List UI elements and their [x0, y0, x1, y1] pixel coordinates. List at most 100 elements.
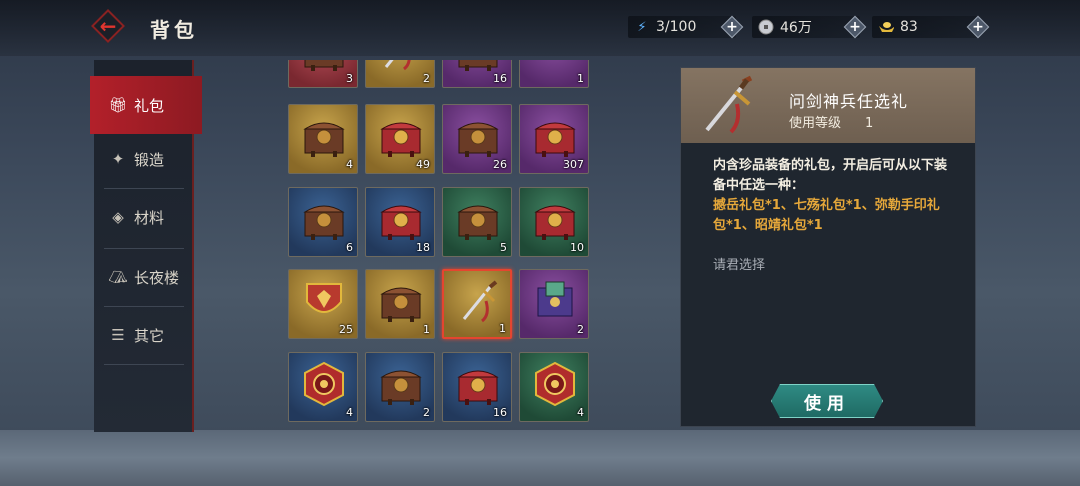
red-chest-icon: [534, 205, 576, 240]
item-count: 4: [346, 158, 353, 171]
item-count: 3: [346, 72, 353, 85]
inventory-slot[interactable]: 2: [519, 269, 589, 339]
item-count: 25: [339, 323, 353, 336]
inventory-slot[interactable]: 18: [365, 187, 435, 257]
inventory-slot[interactable]: 2: [365, 60, 435, 88]
inventory-slot[interactable]: 25: [288, 269, 358, 339]
red-chest-icon: [457, 370, 499, 405]
item-count: 2: [423, 72, 430, 85]
divider: [104, 364, 184, 365]
inventory-slot[interactable]: 4: [519, 352, 589, 422]
add-coin-button[interactable]: +: [845, 17, 865, 37]
inventory-slot[interactable]: 6: [288, 187, 358, 257]
forge-icon: ✦: [111, 150, 125, 168]
sidebar-item-material[interactable]: ◈ 材料: [94, 188, 194, 246]
item-count: 16: [493, 72, 507, 85]
item-count: 2: [423, 406, 430, 419]
round-box-icon: [535, 361, 575, 407]
background-ground: [0, 430, 1080, 486]
sidebar-item-label: 长夜楼: [134, 268, 180, 287]
inventory-slot[interactable]: 10: [519, 187, 589, 257]
add-stamina-button[interactable]: +: [722, 17, 742, 37]
inventory-grid: 3 2 16 1 4 49 26 307 6 18 5 10 25 1 1 2 4 2 16 4: [280, 60, 600, 432]
back-button[interactable]: ←: [90, 9, 126, 43]
category-sidebar: 🎁︎ 礼包 ✦ 锻造 ◈ 材料 ⛺︎ 长夜楼 ☰ 其它: [90, 60, 202, 432]
select-hint: 请君选择: [713, 258, 766, 273]
item-count: 49: [416, 158, 430, 171]
chest-icon: [303, 205, 345, 240]
sidebar-item-label: 礼包: [134, 96, 165, 115]
back-arrow-icon: ←: [99, 14, 117, 38]
chest-icon: [303, 122, 345, 157]
coin-value: 46万: [780, 20, 812, 36]
gift-icon: 🎁︎: [108, 96, 128, 114]
inventory-slot[interactable]: 1: [442, 269, 512, 339]
chest-icon: [380, 287, 422, 322]
item-count: 1: [577, 72, 584, 85]
item-detail-header: 问剑神兵任选礼 使用等级 1: [681, 68, 975, 143]
item-count: 5: [500, 241, 507, 254]
list-icon: ☰: [111, 326, 125, 344]
sword-icon: [384, 60, 411, 71]
inventory-slot[interactable]: 4: [288, 352, 358, 422]
inventory-slot[interactable]: 1: [365, 269, 435, 339]
item-contents: 撼岳礼包*1、七殇礼包*1、弥勒手印礼包*1、昭靖礼包*1: [713, 198, 940, 233]
sidebar-item-label: 锻造: [134, 150, 165, 169]
chest-icon: [457, 205, 499, 240]
sidebar-item-forge[interactable]: ✦ 锻造: [94, 130, 194, 188]
item-count: 6: [346, 241, 353, 254]
lightning-icon: ⚡: [637, 19, 647, 35]
sidebar-item-label: 其它: [134, 326, 165, 345]
gold-value: 83: [900, 19, 918, 35]
coin-icon: [758, 19, 774, 35]
item-description: 内含珍品装备的礼包，开启后可从以下装备中任选一种： 撼岳礼包*1、七殇礼包*1、…: [713, 156, 949, 236]
red-chest-icon: [534, 122, 576, 157]
chest-icon: [380, 370, 422, 405]
inventory-slot[interactable]: 3: [288, 60, 358, 88]
item-count: 4: [346, 406, 353, 419]
material-icon: ◈: [112, 208, 124, 226]
round-box-icon: [304, 361, 344, 407]
item-count: 26: [493, 158, 507, 171]
gold-display: 83: [872, 16, 980, 38]
sword-icon: [705, 75, 753, 134]
sidebar-item-label: 材料: [134, 208, 165, 227]
inventory-slot[interactable]: 16: [442, 352, 512, 422]
item-detail-panel: 问剑神兵任选礼 使用等级 1 内含珍品装备的礼包，开启后可从以下装备中任选一种： …: [680, 67, 976, 427]
item-count: 307: [563, 158, 584, 171]
inventory-slot[interactable]: 49: [365, 104, 435, 174]
inventory-slot[interactable]: 2: [365, 352, 435, 422]
chest-icon: [457, 122, 499, 157]
item-count: 1: [423, 323, 430, 336]
stamina-value: 3/100: [656, 19, 697, 35]
top-bar: ← 背包 ⚡ 3/100 + 46万 + 83 +: [0, 0, 1080, 56]
sidebar-item-other[interactable]: ☰ 其它: [94, 306, 194, 364]
item-name: 问剑神兵任选礼: [789, 92, 909, 111]
sidebar-item-gift[interactable]: 🎁︎ 礼包: [90, 76, 202, 134]
item-count: 2: [577, 323, 584, 336]
blade-icon: [532, 60, 578, 73]
item-count: 10: [570, 241, 584, 254]
inventory-slot[interactable]: 26: [442, 104, 512, 174]
item-level: 使用等级 1: [789, 112, 873, 131]
red-chest-icon: [380, 122, 422, 157]
add-gold-button[interactable]: +: [968, 17, 988, 37]
item-count: 16: [493, 406, 507, 419]
inventory-slot[interactable]: 307: [519, 104, 589, 174]
sword-icon: [462, 280, 498, 323]
page-title: 背包: [150, 18, 198, 42]
item-count: 1: [499, 322, 506, 335]
box-icon: [537, 281, 573, 317]
use-button[interactable]: 使用: [771, 384, 883, 418]
tower-icon: ⛺︎: [108, 268, 128, 286]
item-level-label: 使用等级: [789, 116, 842, 131]
item-count: 18: [416, 241, 430, 254]
inventory-slot[interactable]: 5: [442, 187, 512, 257]
red-chest-icon: [380, 205, 422, 240]
sidebar-item-tower[interactable]: ⛺︎ 长夜楼: [94, 248, 194, 306]
inventory-slot[interactable]: 16: [442, 60, 512, 88]
inventory-slot[interactable]: 1: [519, 60, 589, 88]
chest-icon: [304, 60, 344, 71]
item-level-value: 1: [865, 116, 874, 131]
inventory-slot[interactable]: 4: [288, 104, 358, 174]
